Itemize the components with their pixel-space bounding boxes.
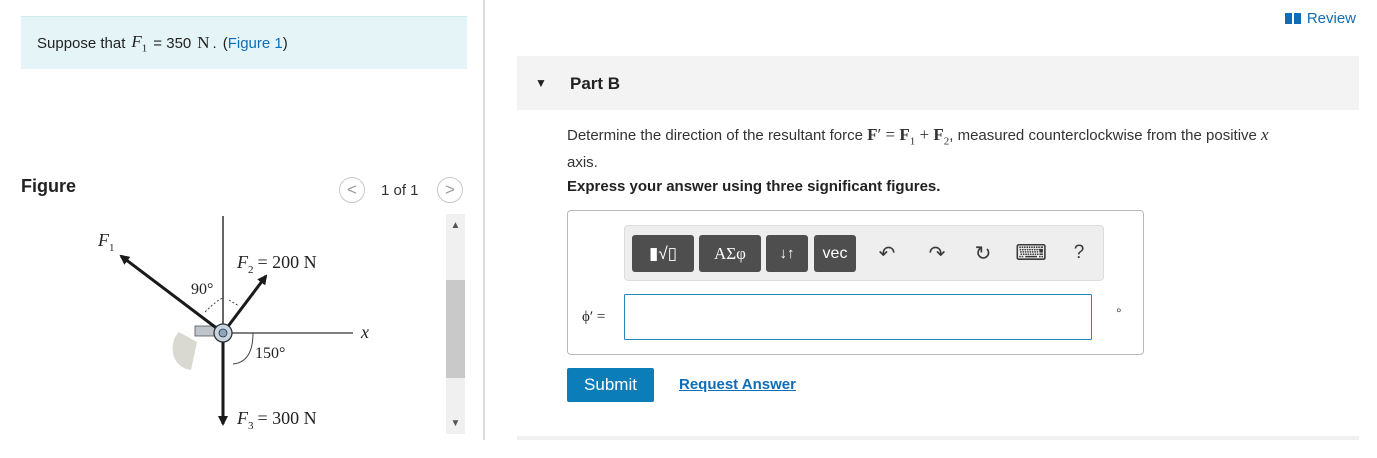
angle-90-label: 90° (191, 281, 213, 298)
force-diagram: F1 F2 = 200 N F3 = 300 N 90° 150° x (97, 216, 369, 432)
reset-button[interactable]: ↻ (967, 238, 999, 268)
angle-90-arc (204, 297, 224, 313)
subsup-button[interactable]: ↓↑ (766, 235, 808, 272)
templates-button[interactable]: ▮√▯ (632, 235, 694, 272)
question-end: axis. (567, 154, 598, 172)
answer-label: ϕ′ = (582, 309, 606, 325)
figure-link-close: ) (282, 34, 288, 52)
undo-button[interactable]: ↶ (871, 238, 903, 268)
f3-label: F3 = 300 N (236, 408, 317, 432)
reset-icon: ↻ (974, 242, 992, 265)
chevron-right-icon: > (445, 180, 455, 199)
question-post: , measured counterclockwise from the pos… (949, 127, 1262, 144)
scroll-down-icon[interactable]: ▼ (446, 414, 465, 432)
figure-pager: 1 of 1 (381, 182, 419, 199)
part-header[interactable]: ▼ Part B (517, 56, 1359, 110)
question-pre: Determine the direction of the resultant… (567, 127, 868, 144)
f2-arrow (221, 274, 268, 334)
updown-arrows-icon: ↓↑ (779, 245, 795, 262)
given-value: = 350 (153, 34, 192, 52)
figure-canvas: F1 F2 = 200 N F3 = 300 N 90° 150° x (21, 214, 441, 436)
support-shading (172, 332, 197, 370)
angle-150-label: 150° (255, 345, 285, 362)
math-toolbar: ▮√▯ ΑΣφ ↓↑ vec ↶ ↷ ↻ ⌨ ? (624, 225, 1104, 281)
vec-label: vec (822, 244, 848, 262)
figure-header: Figure < 1 of 1 > (21, 176, 467, 204)
figure-prev-button[interactable]: < (339, 177, 365, 203)
vec-button[interactable]: vec (814, 235, 856, 272)
chevron-left-icon: < (347, 180, 357, 199)
request-answer-link[interactable]: Request Answer (679, 376, 796, 393)
given-prefix: Suppose that (37, 34, 126, 52)
greek-button[interactable]: ΑΣφ (699, 235, 761, 272)
submit-button[interactable]: Submit (567, 368, 654, 402)
f2-label: F2 = 200 N (236, 252, 317, 276)
figure-title: Figure (21, 176, 77, 196)
figure-link[interactable]: Figure 1 (228, 35, 283, 52)
review-link[interactable]: Review (1284, 10, 1356, 27)
pane-divider[interactable] (483, 0, 485, 440)
collapse-caret-icon[interactable]: ▼ (535, 76, 547, 90)
ring-center (218, 328, 228, 338)
bottom-rule (517, 436, 1359, 440)
keyboard-button[interactable]: ⌨ (1015, 238, 1047, 268)
templates-icon: ▮√▯ (648, 243, 678, 263)
undo-icon: ↶ (878, 242, 896, 265)
figure-next-button[interactable]: > (437, 177, 463, 203)
formula: F′ = F1 + F2 (867, 125, 950, 148)
book-icon (1284, 13, 1301, 24)
instruction: Express your answer using three signific… (567, 178, 941, 195)
help-icon: ? (1073, 242, 1085, 263)
x-axis-label: x (360, 322, 369, 342)
review-label: Review (1306, 10, 1356, 27)
given-unit: N (197, 33, 210, 52)
question-axis-var: x (1261, 125, 1269, 144)
help-button[interactable]: ? (1063, 238, 1095, 268)
figure-scrollbar[interactable]: ▲ ▼ (446, 214, 465, 434)
greek-label: ΑΣφ (714, 243, 746, 263)
redo-icon: ↷ (928, 242, 946, 265)
part-title: Part B (570, 74, 621, 93)
redo-button[interactable]: ↷ (921, 238, 953, 268)
given-var: F1 (131, 31, 148, 55)
question-text: Determine the direction of the resultant… (567, 124, 1367, 174)
angle-150-arc (232, 332, 254, 365)
given-statement: Suppose that F1 = 350 N . (Figure 1) (21, 16, 467, 69)
f1-label: F1 (97, 230, 115, 254)
answer-box: ▮√▯ ΑΣφ ↓↑ vec ↶ ↷ ↻ ⌨ ? ϕ′ = ° (567, 210, 1144, 355)
answer-input[interactable] (624, 294, 1092, 340)
f2-angle-mark (228, 299, 240, 307)
keyboard-icon: ⌨ (1015, 240, 1047, 265)
given-separator: . (212, 34, 217, 52)
scroll-up-icon[interactable]: ▲ (446, 216, 465, 234)
answer-unit: ° (1116, 305, 1122, 321)
scroll-thumb[interactable] (446, 280, 465, 378)
